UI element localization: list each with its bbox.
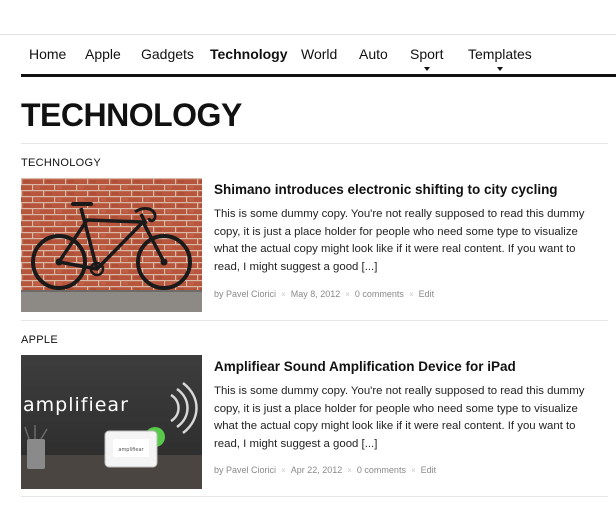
post-meta: by Pavel Ciorici × May 8, 2012 × 0 comments ×… — [214, 289, 434, 299]
post-author: by Pavel Ciorici — [214, 465, 277, 475]
title-divider — [21, 143, 608, 144]
nav-item-templates[interactable]: Templates — [468, 46, 532, 71]
post-author: by Pavel Ciorici — [214, 289, 277, 299]
read-more-link[interactable]: [...] — [362, 261, 378, 273]
separator-x-icon: × — [345, 290, 350, 299]
nav-item-auto[interactable]: Auto — [359, 46, 388, 62]
post-comments-link[interactable]: 0 comments — [357, 465, 406, 475]
post-edit-link[interactable]: Edit — [419, 289, 435, 299]
post-excerpt-text: This is some dummy copy. You're not real… — [214, 385, 585, 450]
nav-item-templates-label: Templates — [468, 46, 532, 62]
nav-item-apple[interactable]: Apple — [85, 46, 121, 62]
nav-item-technology[interactable]: Technology — [210, 46, 288, 62]
nav-item-home[interactable]: Home — [29, 46, 66, 62]
amplifiear-wordmark: amplifiear — [23, 394, 129, 416]
post-meta: by Pavel Ciorici × Apr 22, 2012 × 0 comments… — [214, 465, 436, 475]
separator-x-icon: × — [410, 466, 416, 475]
post-title[interactable]: Amplifiear Sound Amplification Device fo… — [214, 359, 516, 374]
post-thumbnail-amplifiear[interactable]: amplifiear amplifiear — [21, 355, 202, 489]
post-edit-link[interactable]: Edit — [421, 465, 437, 475]
post-divider — [21, 320, 608, 321]
chevron-down-icon — [496, 67, 503, 71]
post-excerpt: This is some dummy copy. You're not real… — [214, 206, 599, 276]
nav-item-world[interactable]: World — [301, 46, 337, 62]
nav-item-gadgets[interactable]: Gadgets — [141, 46, 194, 62]
post-comments-link[interactable]: 0 comments — [355, 289, 404, 299]
nav-item-sport-label: Sport — [410, 46, 444, 62]
nav-underline — [21, 74, 616, 77]
post-title[interactable]: Shimano introduces electronic shifting t… — [214, 182, 558, 197]
separator-x-icon: × — [408, 290, 414, 299]
read-more-link[interactable]: [...] — [362, 438, 378, 450]
nav-item-sport[interactable]: Sport — [410, 46, 444, 71]
device-screen-label: amplifiear — [118, 447, 144, 453]
main-navigation: Home Apple Gadgets Technology World Auto… — [21, 38, 616, 74]
post-excerpt: This is some dummy copy. You're not real… — [214, 383, 599, 453]
separator-x-icon: × — [347, 466, 352, 475]
chevron-down-icon — [423, 67, 430, 71]
post-divider — [21, 496, 608, 497]
top-divider — [0, 34, 616, 35]
post-thumbnail-bicycle[interactable] — [21, 178, 202, 312]
separator-x-icon: × — [281, 466, 286, 475]
post-date: May 8, 2012 — [290, 289, 341, 299]
page-title: TECHNOLOGY — [21, 97, 242, 133]
bicycle-image — [21, 178, 202, 312]
post-date: Apr 22, 2012 — [290, 465, 343, 475]
post-category-label: APPLE — [21, 334, 58, 346]
post-excerpt-text: This is some dummy copy. You're not real… — [214, 208, 585, 273]
separator-x-icon: × — [281, 290, 286, 299]
post-category-label: TECHNOLOGY — [21, 157, 102, 169]
amplifiear-image: amplifiear amplifiear — [21, 355, 202, 489]
